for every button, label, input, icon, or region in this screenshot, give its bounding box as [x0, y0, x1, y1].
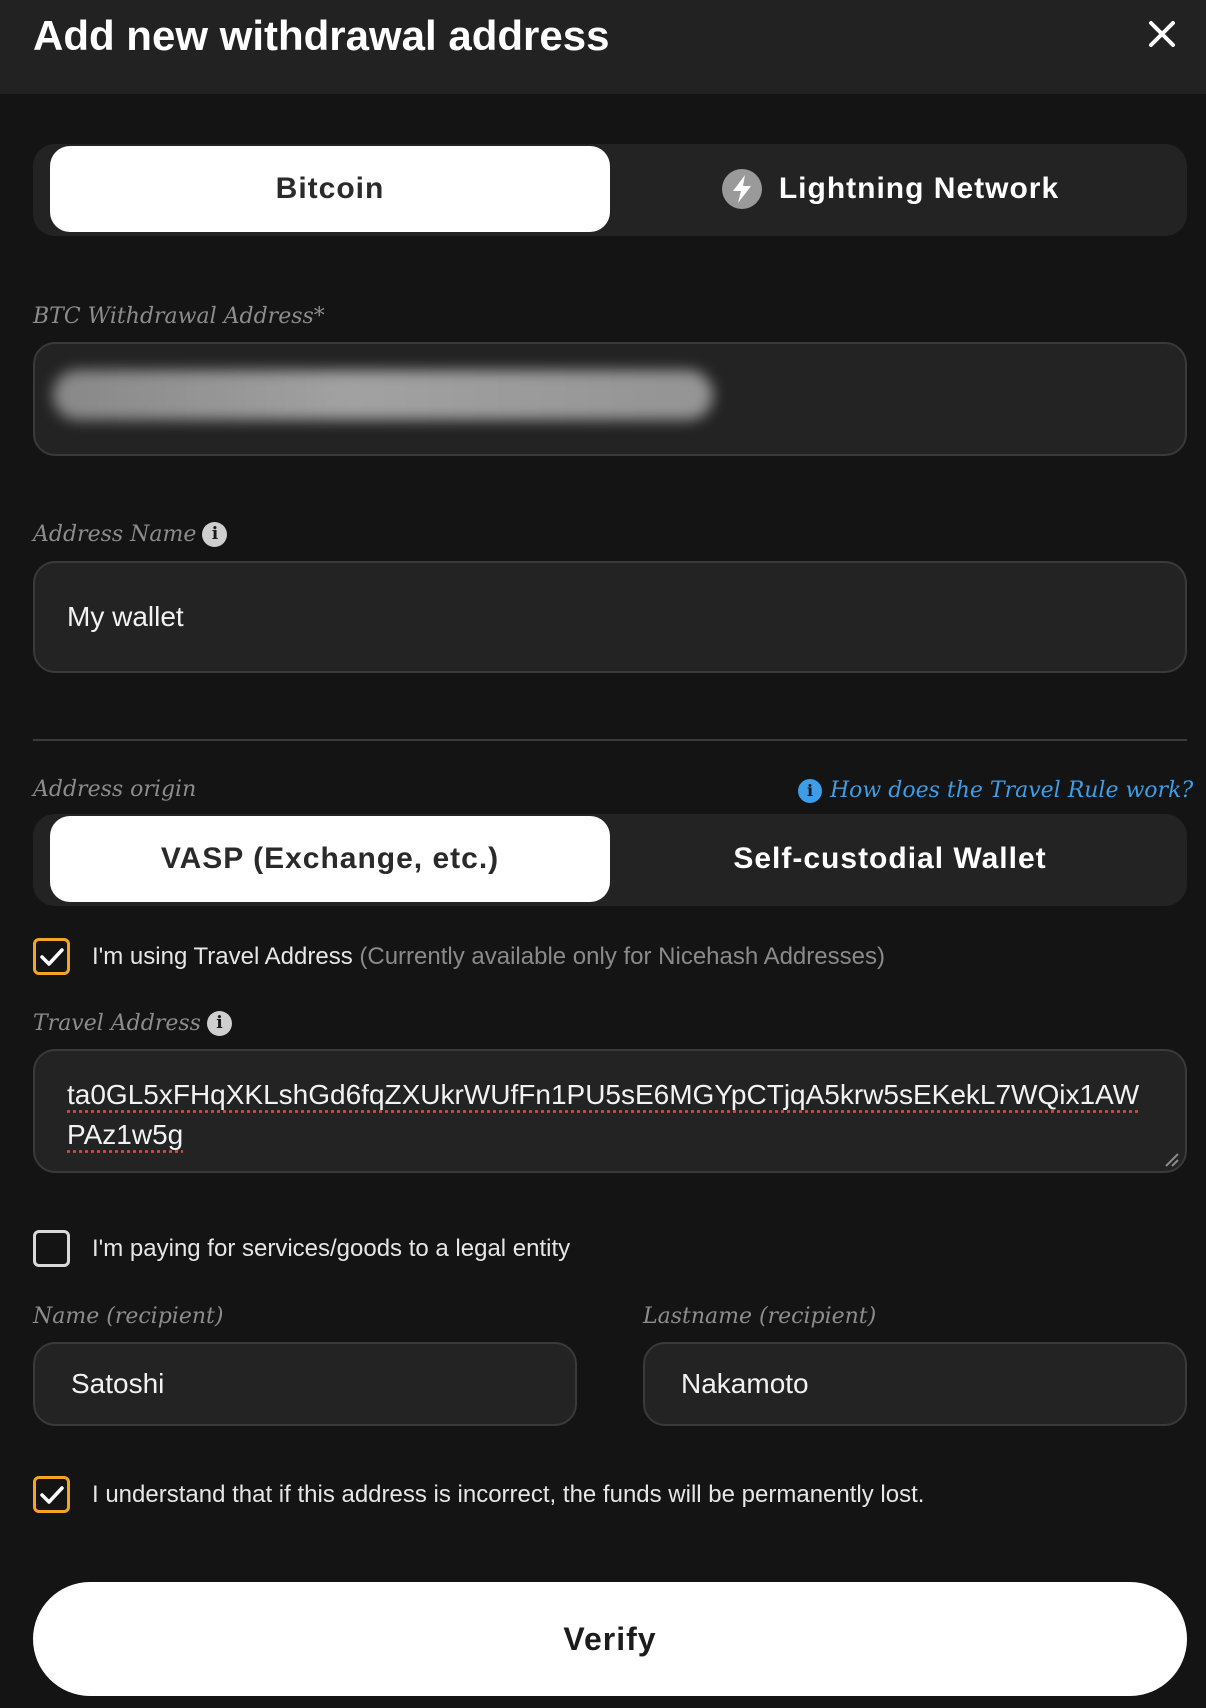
address-name-label-text: Address Name: [33, 522, 197, 547]
confirm-checkbox-label: I understand that if this address is inc…: [92, 1480, 925, 1508]
origin-option-label: Self-custodial Wallet: [733, 842, 1047, 875]
recipient-lastname-field[interactable]: [643, 1342, 1187, 1426]
legal-entity-checkbox[interactable]: [33, 1230, 70, 1267]
address-name-input[interactable]: [65, 600, 1185, 634]
origin-option-vasp[interactable]: VASP (Exchange, etc.): [50, 816, 610, 902]
network-option-label: Bitcoin: [275, 172, 385, 205]
travel-address-checkbox[interactable]: [33, 938, 70, 975]
checkmark-icon: [39, 1485, 64, 1504]
confirm-checkbox-row: I understand that if this address is inc…: [33, 1476, 924, 1513]
address-origin-toggle: VASP (Exchange, etc.) Self-custodial Wal…: [33, 814, 1187, 906]
travel-address-checkbox-label: I'm using Travel Address (Currently avai…: [92, 943, 885, 971]
address-name-label: Address Name i: [33, 522, 228, 547]
recipient-name-label: Name (recipient): [33, 1304, 223, 1329]
checkbox-label-text: I'm using Travel Address: [92, 942, 353, 970]
lightning-icon: [721, 169, 762, 209]
travel-address-value: ta0GL5xFHqXKLshGd6fqZXUkrWUfFn1PU5sE6MGY…: [67, 1079, 1140, 1150]
section-divider: [33, 739, 1187, 741]
confirm-checkbox[interactable]: [33, 1476, 70, 1513]
address-origin-label-text: Address origin: [33, 777, 197, 802]
travel-rule-link-text: How does the Travel Rule work?: [830, 778, 1194, 803]
close-button[interactable]: [1140, 12, 1184, 56]
info-icon: i: [798, 778, 822, 803]
address-origin-label: Address origin: [33, 777, 196, 802]
travel-address-textarea[interactable]: ta0GL5xFHqXKLshGd6fqZXUkrWUfFn1PU5sE6MGY…: [33, 1049, 1187, 1173]
origin-option-self-custodial[interactable]: Self-custodial Wallet: [610, 816, 1170, 902]
redacted-address: [53, 370, 713, 420]
address-name-field[interactable]: [33, 561, 1187, 673]
network-option-label: Lightning Network: [778, 172, 1060, 205]
travel-address-checkbox-row: I'm using Travel Address (Currently avai…: [33, 938, 885, 975]
legal-entity-checkbox-row: I'm paying for services/goods to a legal…: [33, 1230, 570, 1267]
verify-button[interactable]: Verify: [33, 1582, 1187, 1696]
travel-address-label: Travel Address i: [33, 1011, 232, 1036]
network-option-bitcoin[interactable]: Bitcoin: [50, 146, 610, 232]
network-toggle: Bitcoin Lightning Network: [33, 144, 1187, 236]
legal-entity-checkbox-label: I'm paying for services/goods to a legal…: [92, 1234, 571, 1262]
origin-option-label: VASP (Exchange, etc.): [160, 842, 500, 875]
checkbox-note-text: (Currently available only for Nicehash A…: [359, 942, 885, 970]
checkmark-icon: [39, 947, 64, 966]
network-option-lightning[interactable]: Lightning Network: [610, 146, 1170, 232]
btc-address-label-text: BTC Withdrawal Address*: [33, 304, 325, 329]
modal-title: Add new withdrawal address: [33, 12, 610, 59]
recipient-name-label-text: Name (recipient): [33, 1304, 224, 1329]
info-icon[interactable]: i: [202, 522, 228, 547]
recipient-lastname-label-text: Lastname (recipient): [643, 1304, 877, 1329]
info-icon[interactable]: i: [206, 1011, 232, 1036]
recipient-lastname-input[interactable]: [679, 1367, 1185, 1401]
recipient-name-input[interactable]: [69, 1367, 575, 1401]
travel-address-label-text: Travel Address: [33, 1011, 201, 1036]
resize-grip-icon[interactable]: [1163, 1151, 1179, 1167]
modal-header: Add new withdrawal address: [0, 0, 1206, 94]
btc-address-input[interactable]: [33, 342, 1187, 456]
verify-button-label: Verify: [563, 1620, 657, 1657]
close-icon: [1149, 21, 1175, 47]
btc-address-label: BTC Withdrawal Address*: [33, 304, 325, 329]
recipient-lastname-label: Lastname (recipient): [643, 1304, 876, 1329]
travel-rule-link[interactable]: i How does the Travel Rule work?: [798, 778, 1193, 803]
recipient-name-field[interactable]: [33, 1342, 577, 1426]
